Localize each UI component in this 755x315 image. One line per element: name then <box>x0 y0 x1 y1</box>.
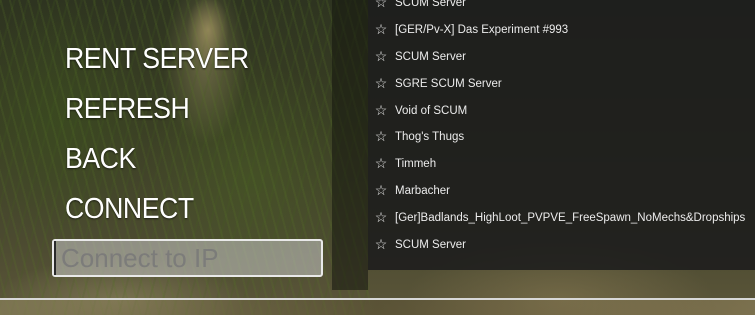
star-outline-icon[interactable]: ☆ <box>367 177 395 204</box>
server-row[interactable]: ☆ Marbacher <box>368 177 755 204</box>
server-name: SCUM Server <box>395 238 466 251</box>
star-outline-icon[interactable]: ☆ <box>367 70 395 97</box>
refresh-button[interactable]: REFRESH <box>65 84 249 134</box>
connect-ip-input[interactable] <box>54 241 321 275</box>
server-row[interactable]: ☆ [GER/Pv-X] Das Experiment #993 <box>368 16 755 43</box>
server-row[interactable]: ☆ Thog's Thugs <box>368 123 755 150</box>
star-outline-icon[interactable]: ☆ <box>367 204 395 231</box>
server-row[interactable]: ☆ SGRE SCUM Server <box>368 70 755 97</box>
star-outline-icon[interactable]: ☆ <box>367 123 395 150</box>
server-name: [GER/Pv-X] Das Experiment #993 <box>395 23 569 36</box>
star-outline-icon[interactable]: ☆ <box>367 150 395 177</box>
server-name: [Ger]Badlands_HighLoot_PVPVE_FreeSpawn_N… <box>395 211 746 224</box>
server-row[interactable]: ☆ SCUM Server <box>368 43 755 70</box>
server-name: SCUM Server <box>395 50 466 63</box>
server-name: Void of SCUM <box>395 104 468 117</box>
server-row[interactable]: ☆ Void of SCUM <box>368 97 755 124</box>
server-row[interactable]: ☆ [Ger]Badlands_HighLoot_PVPVE_FreeSpawn… <box>368 204 755 231</box>
back-button[interactable]: BACK <box>65 134 249 184</box>
server-name: Thog's Thugs <box>395 130 465 143</box>
server-row[interactable]: ☆ Timmeh <box>368 150 755 177</box>
server-name: SGRE SCUM Server <box>395 77 502 90</box>
star-outline-icon[interactable]: ☆ <box>367 0 395 16</box>
server-browser-screen: RENT SERVER REFRESH BACK CONNECT ☆ SCUM … <box>0 0 755 315</box>
server-row[interactable]: ☆ SCUM Server <box>368 231 755 258</box>
rent-server-button[interactable]: RENT SERVER <box>65 34 249 84</box>
background-shadow <box>332 0 368 290</box>
main-menu: RENT SERVER REFRESH BACK CONNECT <box>65 34 265 234</box>
server-name: Marbacher <box>395 184 450 197</box>
star-outline-icon[interactable]: ☆ <box>367 43 395 70</box>
connect-button[interactable]: CONNECT <box>65 184 249 234</box>
star-outline-icon[interactable]: ☆ <box>367 16 395 43</box>
server-name: SCUM Server <box>395 0 466 9</box>
star-outline-icon[interactable]: ☆ <box>367 97 395 124</box>
server-name: Timmeh <box>395 157 437 170</box>
background-ground <box>0 300 755 315</box>
server-row[interactable]: ☆ SCUM Server <box>368 0 755 16</box>
connect-ip-field <box>52 239 323 277</box>
server-list[interactable]: ☆ SCUM Server ☆ [GER/Pv-X] Das Experimen… <box>368 0 755 270</box>
star-outline-icon[interactable]: ☆ <box>367 231 395 258</box>
